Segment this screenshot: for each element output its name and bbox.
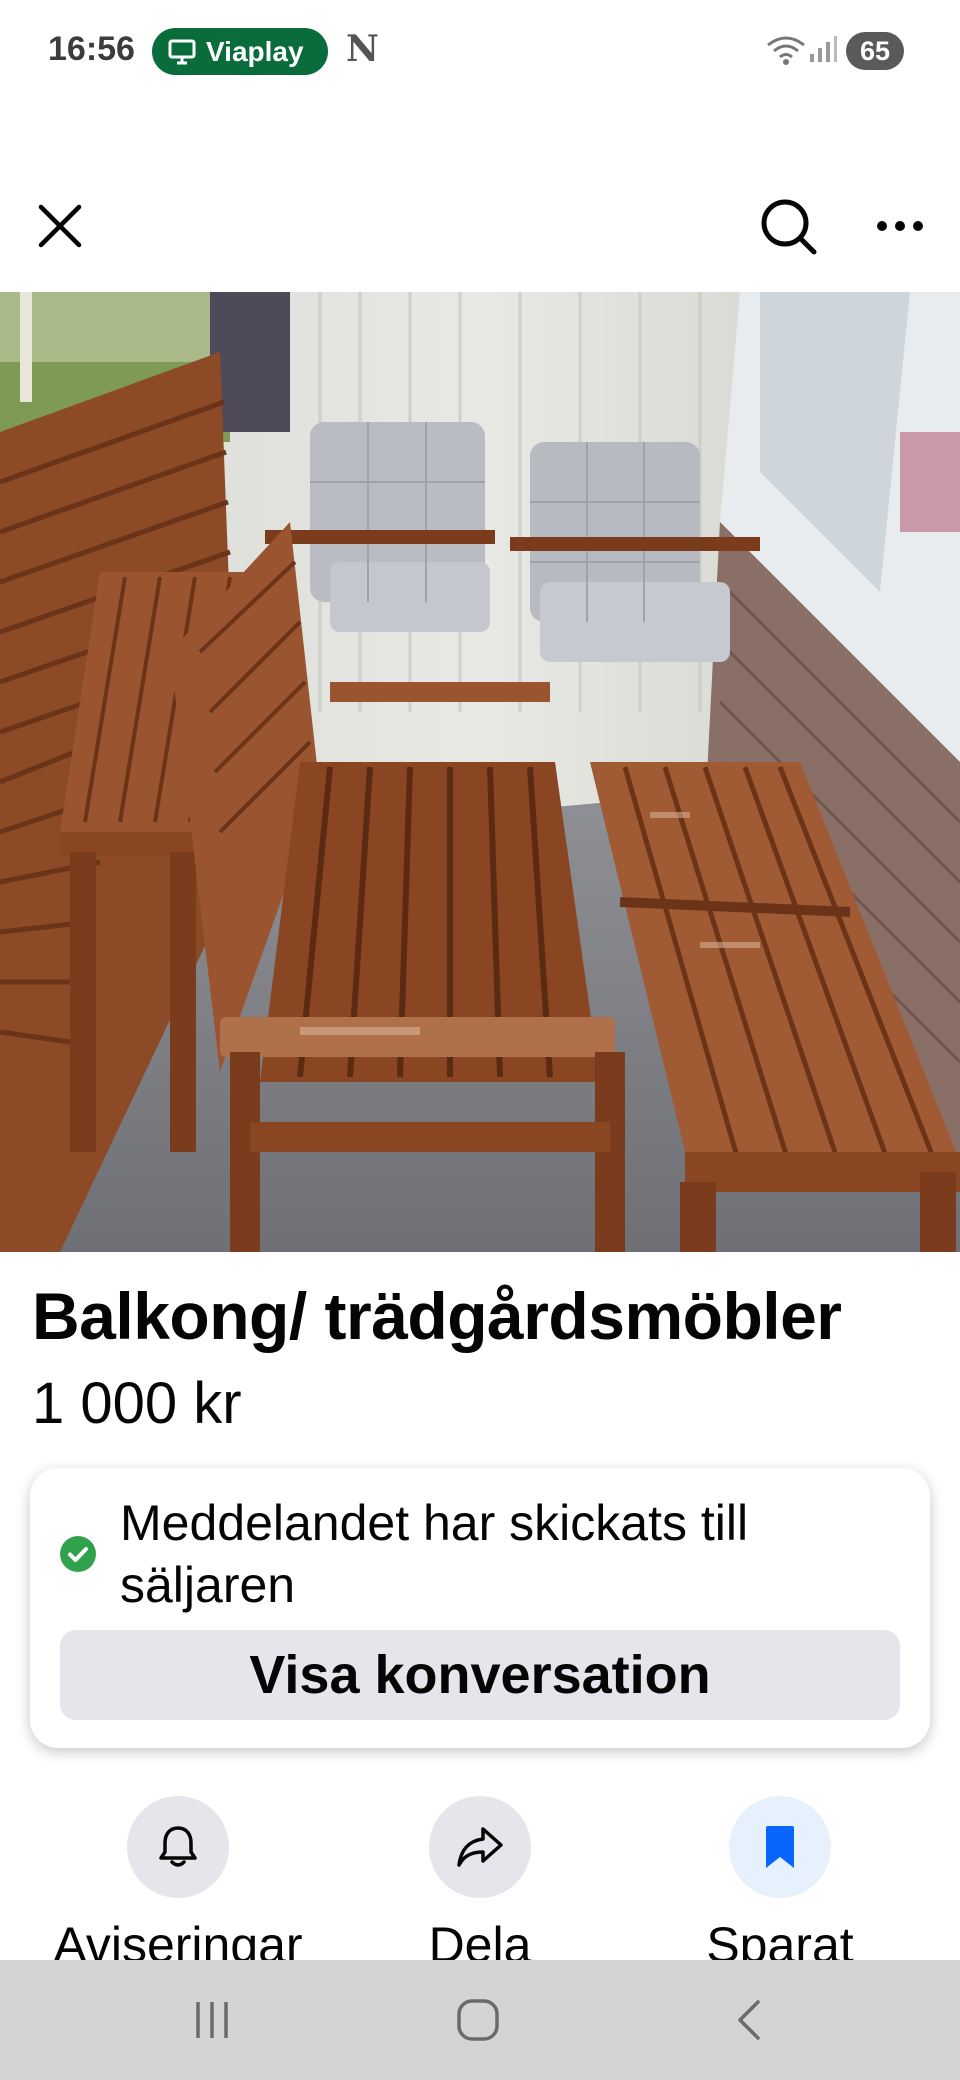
signal-icon — [810, 36, 837, 62]
listing-price: 1 000 kr — [32, 1371, 242, 1436]
viaplay-label: Viaplay — [206, 35, 304, 67]
view-conversation-button[interactable]: Visa konversation — [60, 1630, 900, 1720]
bell-icon — [159, 1826, 197, 1867]
share-button[interactable] — [429, 1796, 531, 1898]
share-action[interactable]: Dela — [350, 1796, 610, 1974]
close-icon — [38, 204, 82, 248]
message-sent-text: Meddelandet har skickats till säljaren — [120, 1495, 749, 1613]
viaplay-pill: Viaplay — [152, 28, 328, 75]
message-sent-card: Meddelandet har skickats till säljaren V… — [30, 1468, 930, 1748]
saved-action[interactable]: Sparat — [650, 1796, 910, 1974]
battery-level: 65 — [859, 35, 891, 66]
status-bar: 16:56 Viaplay N 65 — [0, 0, 960, 104]
system-nav-bar — [0, 1960, 960, 2080]
furniture-photo — [0, 292, 960, 1252]
status-time: 16:56 — [48, 30, 135, 68]
check-circle-icon — [60, 1536, 96, 1572]
search-button[interactable] — [758, 196, 820, 258]
search-icon — [761, 199, 817, 255]
tv-icon — [168, 39, 196, 64]
wifi-icon — [767, 36, 805, 65]
more-icon — [877, 221, 923, 231]
back-icon[interactable] — [728, 1998, 772, 2042]
listing-title: Balkong/ trädgårdsmöbler — [32, 1279, 842, 1353]
battery-icon: 65 — [846, 32, 904, 70]
share-icon — [457, 1827, 503, 1867]
recent-apps-icon[interactable] — [192, 2000, 232, 2040]
close-button[interactable] — [30, 196, 90, 256]
notifications-action[interactable]: Aviseringar — [48, 1796, 308, 1974]
home-icon[interactable] — [456, 1998, 500, 2042]
more-options-button[interactable] — [870, 196, 930, 256]
bookmark-icon — [766, 1826, 794, 1868]
netflix-n-icon: N — [346, 28, 379, 70]
listing-photo[interactable] — [0, 292, 960, 1252]
notifications-button[interactable] — [127, 1796, 229, 1898]
saved-button[interactable] — [729, 1796, 831, 1898]
